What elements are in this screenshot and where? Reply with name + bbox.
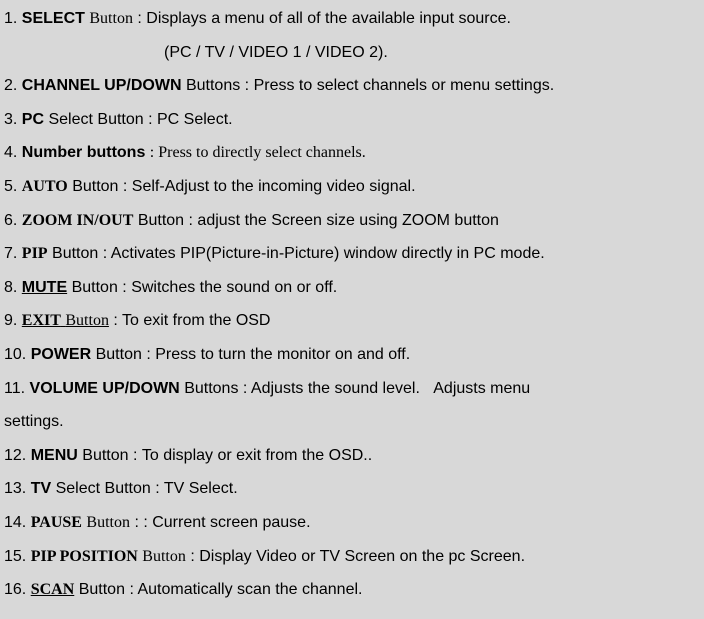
button-label: Button [86, 514, 130, 531]
list-item: 5. AUTO Button : Self-Adjust to the inco… [4, 170, 700, 204]
button-label: Buttons [184, 380, 238, 397]
button-label: Button [82, 447, 128, 464]
item-desc: : Activates PIP(Picture-in-Picture) wind… [103, 245, 545, 262]
button-name: SELECT [22, 10, 85, 27]
item-desc-extra: Press to turn the monitor on and off. [155, 346, 410, 363]
button-name: TV [31, 480, 51, 497]
item-num: 3. [4, 111, 17, 128]
item-text: (PC / TV / VIDEO 1 / VIDEO 2). [164, 44, 388, 61]
item-num: 9. [4, 312, 17, 329]
list-item: 12. MENU Button : To display or exit fro… [4, 439, 700, 473]
item-num: 5. [4, 178, 17, 195]
button-name: PC [22, 111, 44, 128]
list-item: 8. MUTE Button : Switches the sound on o… [4, 271, 700, 305]
item-num: 4. [4, 144, 17, 161]
item-num: 6. [4, 212, 17, 229]
button-label: Select Button [48, 111, 143, 128]
document-content: 1. SELECT Button : Displays a menu of al… [0, 0, 704, 609]
item-num: 1. [4, 10, 17, 27]
button-name: SCAN [31, 581, 75, 598]
list-item: 9. EXIT Button : To exit from the OSD [4, 304, 700, 338]
list-item: 6. ZOOM IN/OUT Button : adjust the Scree… [4, 204, 700, 238]
list-item: 16. SCAN Button : Automatically scan the… [4, 573, 700, 607]
list-item: 15. PIP POSITION Button : Display Video … [4, 540, 700, 574]
button-label: Button [72, 279, 118, 296]
item-num: 12. [4, 447, 26, 464]
item-desc: : TV Select. [155, 480, 237, 497]
item-num: 13. [4, 480, 26, 497]
list-item: 13. TV Select Button : TV Select. [4, 472, 700, 506]
button-label: Button [72, 178, 118, 195]
button-label: Button [89, 10, 133, 27]
list-item: 3. PC Select Button : PC Select. [4, 103, 700, 137]
button-name: CHANNEL UP/DOWN [22, 77, 182, 94]
item-desc: : Automatically scan the channel. [129, 581, 362, 598]
button-name: EXIT [22, 312, 61, 329]
item-desc: : [133, 447, 142, 464]
list-item: 7. PIP Button : Activates PIP(Picture-in… [4, 237, 700, 271]
button-label: Button [79, 581, 125, 598]
list-item-indent: (PC / TV / VIDEO 1 / VIDEO 2). [4, 36, 700, 70]
item-num: 7. [4, 245, 17, 262]
button-name: MUTE [22, 279, 67, 296]
button-label: Button [65, 312, 109, 329]
button-name: VOLUME UP/DOWN [30, 380, 180, 397]
list-item: 11. VOLUME UP/DOWN Buttons : Adjusts the… [4, 372, 700, 406]
button-name: PIP POSITION [31, 548, 138, 565]
item-desc: : Displays a menu of all of the availabl… [137, 10, 511, 27]
item-num: 2. [4, 77, 17, 94]
button-name: PAUSE [31, 514, 82, 531]
button-label: Buttons [186, 77, 240, 94]
item-num: 16. [4, 581, 26, 598]
item-desc: : To exit from the OSD [113, 312, 270, 329]
item-desc: : [146, 346, 155, 363]
list-item-continuation: settings. [4, 405, 700, 439]
item-desc-extra: To display or exit from the OSD. [142, 447, 368, 464]
button-label: Button [52, 245, 98, 262]
list-item: 2. CHANNEL UP/DOWN Buttons : Press to se… [4, 69, 700, 103]
item-desc: : adjust the Screen size using ZOOM butt… [189, 212, 499, 229]
button-name: Number buttons [22, 144, 146, 161]
item-desc: : Display Video or TV Screen on the pc S… [190, 548, 525, 565]
item-desc: : Press to directly select channels. [150, 144, 366, 161]
item-desc: : Switches the sound on or off. [122, 279, 337, 296]
button-label: Button [138, 212, 184, 229]
item-num: 10. [4, 346, 26, 363]
item-desc: : Self-Adjust to the incoming video sign… [123, 178, 416, 195]
list-item: 10. POWER Button : Press to turn the mon… [4, 338, 700, 372]
button-name: PIP [22, 245, 48, 262]
item-num: 8. [4, 279, 17, 296]
item-text: settings. [4, 413, 64, 430]
item-desc: : Press to select channels or menu setti… [245, 77, 554, 94]
button-name: POWER [31, 346, 91, 363]
button-label: Button [142, 548, 186, 565]
item-num: 14. [4, 514, 26, 531]
item-num: 11. [4, 380, 25, 397]
list-item: 1. SELECT Button : Displays a menu of al… [4, 2, 700, 36]
button-name: AUTO [22, 178, 68, 195]
list-item: 14. PAUSE Button : : Current screen paus… [4, 506, 700, 540]
item-desc: : : Current screen pause. [134, 514, 310, 531]
item-desc-suffix: . [368, 447, 372, 464]
button-name: ZOOM IN/OUT [22, 212, 134, 229]
button-label: Select Button [56, 480, 151, 497]
button-name: MENU [31, 447, 78, 464]
item-num: 15. [4, 548, 26, 565]
item-desc: : PC Select. [148, 111, 232, 128]
button-label: Button [96, 346, 142, 363]
list-item: 4. Number buttons : Press to directly se… [4, 136, 700, 170]
item-desc: : Adjusts the sound level. Adjusts menu [243, 380, 530, 397]
